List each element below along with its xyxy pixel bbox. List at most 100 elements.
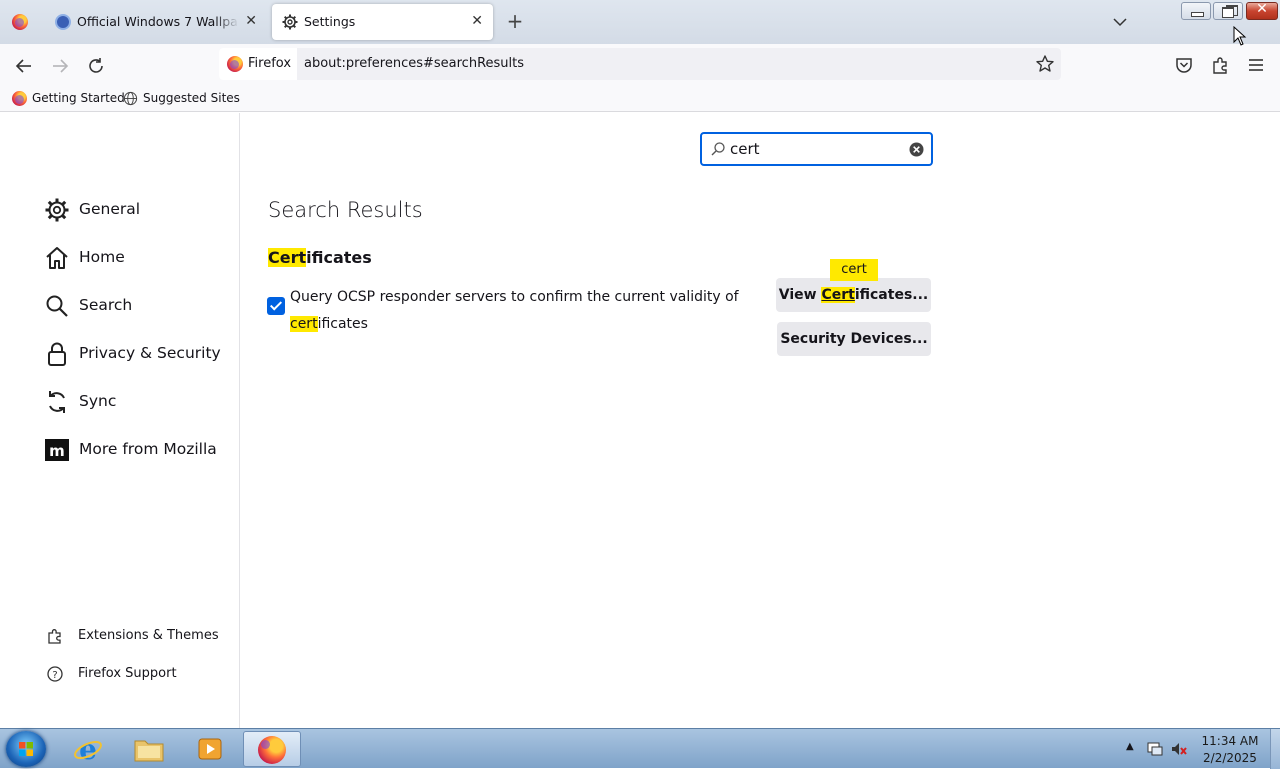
identity-label: Firefox: [248, 56, 292, 71]
clock-date[interactable]: 2/2/2025: [1200, 751, 1260, 765]
clock-time[interactable]: 11:34 AM: [1200, 734, 1260, 748]
firefox-icon: [227, 56, 243, 72]
volume-muted-icon[interactable]: [1170, 740, 1188, 758]
home-icon: [46, 247, 68, 269]
extensions-themes-link[interactable]: Extensions & Themes: [46, 624, 236, 648]
mozilla-icon: m: [45, 439, 69, 461]
folder-icon: [134, 740, 164, 762]
button-label-rest: ificates...: [854, 287, 929, 303]
search-input[interactable]: [730, 138, 900, 160]
ocsp-text: Query OCSP responder servers to confirm …: [290, 289, 739, 305]
bookmark-suggested-sites[interactable]: Suggested Sites: [123, 90, 240, 108]
search-match-tooltip: cert: [830, 259, 878, 281]
category-sync[interactable]: Sync: [44, 384, 234, 418]
search-icon: [46, 295, 68, 317]
system-tray: ▲: [1120, 729, 1200, 769]
navigation-toolbar: Firefox about:preferences#searchResults: [0, 44, 1280, 86]
globe-icon: [123, 91, 138, 106]
pocket-icon[interactable]: [1173, 54, 1195, 76]
category-label: Home: [79, 248, 125, 266]
heading-rest: ificates: [306, 248, 372, 267]
network-icon[interactable]: [1146, 740, 1164, 758]
taskbar-media-player[interactable]: [180, 731, 238, 767]
bookmark-label: Suggested Sites: [143, 91, 240, 105]
category-label: More from Mozilla: [79, 440, 217, 458]
clear-search-icon[interactable]: [909, 142, 924, 157]
lock-icon: [48, 342, 66, 366]
url-text[interactable]: about:preferences#searchResults: [304, 56, 524, 71]
search-icon: [711, 142, 725, 156]
firefox-icon: [12, 91, 27, 106]
chevron-down-icon[interactable]: [1110, 12, 1130, 32]
bookmark-label: Getting Started: [32, 91, 125, 105]
help-icon: ?: [47, 666, 63, 682]
category-home[interactable]: Home: [44, 240, 234, 274]
site-favicon-icon: [55, 14, 71, 30]
svg-text:m: m: [49, 442, 65, 460]
bookmarks-toolbar: Getting Started Suggested Sites: [0, 86, 1280, 112]
bookmark-getting-started[interactable]: Getting Started: [12, 90, 125, 108]
certificates-heading: Certificates: [268, 248, 372, 267]
close-tab-icon[interactable]: ✕: [245, 13, 257, 29]
search-highlight: Cert: [821, 287, 855, 303]
bookmark-star-icon[interactable]: [1035, 54, 1055, 74]
settings-sidebar: General Home Search Privacy & Security S…: [0, 113, 240, 728]
footer-link-label: Extensions & Themes: [78, 628, 219, 643]
new-tab-button[interactable]: +: [505, 11, 525, 31]
svg-text:e: e: [79, 734, 97, 764]
search-highlight: Cert: [268, 248, 307, 267]
category-search[interactable]: Search: [44, 288, 234, 322]
page-title: Search Results: [268, 198, 423, 222]
reload-icon[interactable]: [83, 53, 109, 79]
restore-button[interactable]: [1213, 2, 1243, 20]
media-player-icon: [198, 738, 222, 760]
tab-wallpapers[interactable]: Official Windows 7 Wallpapers ✕: [45, 4, 267, 40]
taskbar-firefox[interactable]: [243, 731, 301, 767]
close-icon: ✕: [1256, 1, 1268, 17]
ocsp-checkbox[interactable]: [267, 297, 285, 315]
footer-link-label: Firefox Support: [78, 666, 177, 681]
windows-logo-icon: [19, 742, 33, 756]
hamburger-menu-icon[interactable]: [1245, 54, 1267, 76]
close-tab-icon[interactable]: ✕: [471, 13, 483, 29]
ocsp-checkbox-label[interactable]: Query OCSP responder servers to confirm …: [290, 284, 750, 338]
internet-explorer-icon: e: [74, 734, 102, 764]
category-general[interactable]: General: [44, 192, 234, 226]
url-bar[interactable]: Firefox about:preferences#searchResults: [219, 48, 1061, 80]
show-hidden-icons-icon[interactable]: ▲: [1126, 741, 1134, 752]
category-label: Privacy & Security: [79, 344, 221, 362]
tab-label: Official Windows 7 Wallpapers: [77, 14, 239, 29]
security-devices-button[interactable]: Security Devices...: [777, 322, 931, 356]
start-button[interactable]: [6, 731, 46, 767]
taskbar-internet-explorer[interactable]: e: [60, 731, 118, 767]
firefox-icon: [12, 14, 28, 30]
puzzle-icon: [48, 629, 61, 644]
settings-search-box[interactable]: [700, 132, 933, 166]
identity-box[interactable]: Firefox: [219, 48, 297, 80]
category-privacy-security[interactable]: Privacy & Security: [44, 336, 234, 370]
svg-text:?: ?: [52, 670, 57, 681]
taskbar-file-explorer[interactable]: [120, 731, 178, 767]
close-window-button[interactable]: ✕: [1246, 1, 1278, 20]
gear-icon: [45, 198, 69, 222]
ocsp-text-rest: ificates: [317, 316, 368, 332]
firefox-icon: [258, 736, 286, 764]
category-label: Search: [79, 296, 133, 314]
category-label: General: [79, 200, 141, 218]
firefox-support-link[interactable]: ? Firefox Support: [46, 662, 236, 686]
forward-arrow-icon[interactable]: [47, 53, 73, 79]
category-label: Sync: [79, 392, 117, 410]
button-label: View: [778, 287, 822, 303]
sync-icon: [49, 391, 65, 413]
tab-label: Settings: [304, 14, 356, 29]
tab-settings[interactable]: Settings ✕: [272, 4, 493, 40]
show-desktop-button[interactable]: [1270, 729, 1280, 769]
view-certificates-button[interactable]: View Certificates...: [776, 278, 931, 312]
minimize-button[interactable]: [1181, 2, 1211, 20]
category-more-from-mozilla[interactable]: m More from Mozilla: [44, 432, 234, 466]
firefox-view-button[interactable]: [0, 0, 42, 44]
back-arrow-icon[interactable]: [11, 53, 37, 79]
windows-taskbar: e ▲ 11:34 AM 2/2/2025: [0, 728, 1280, 769]
extensions-puzzle-icon[interactable]: [1209, 54, 1231, 76]
gear-icon: [282, 14, 298, 30]
